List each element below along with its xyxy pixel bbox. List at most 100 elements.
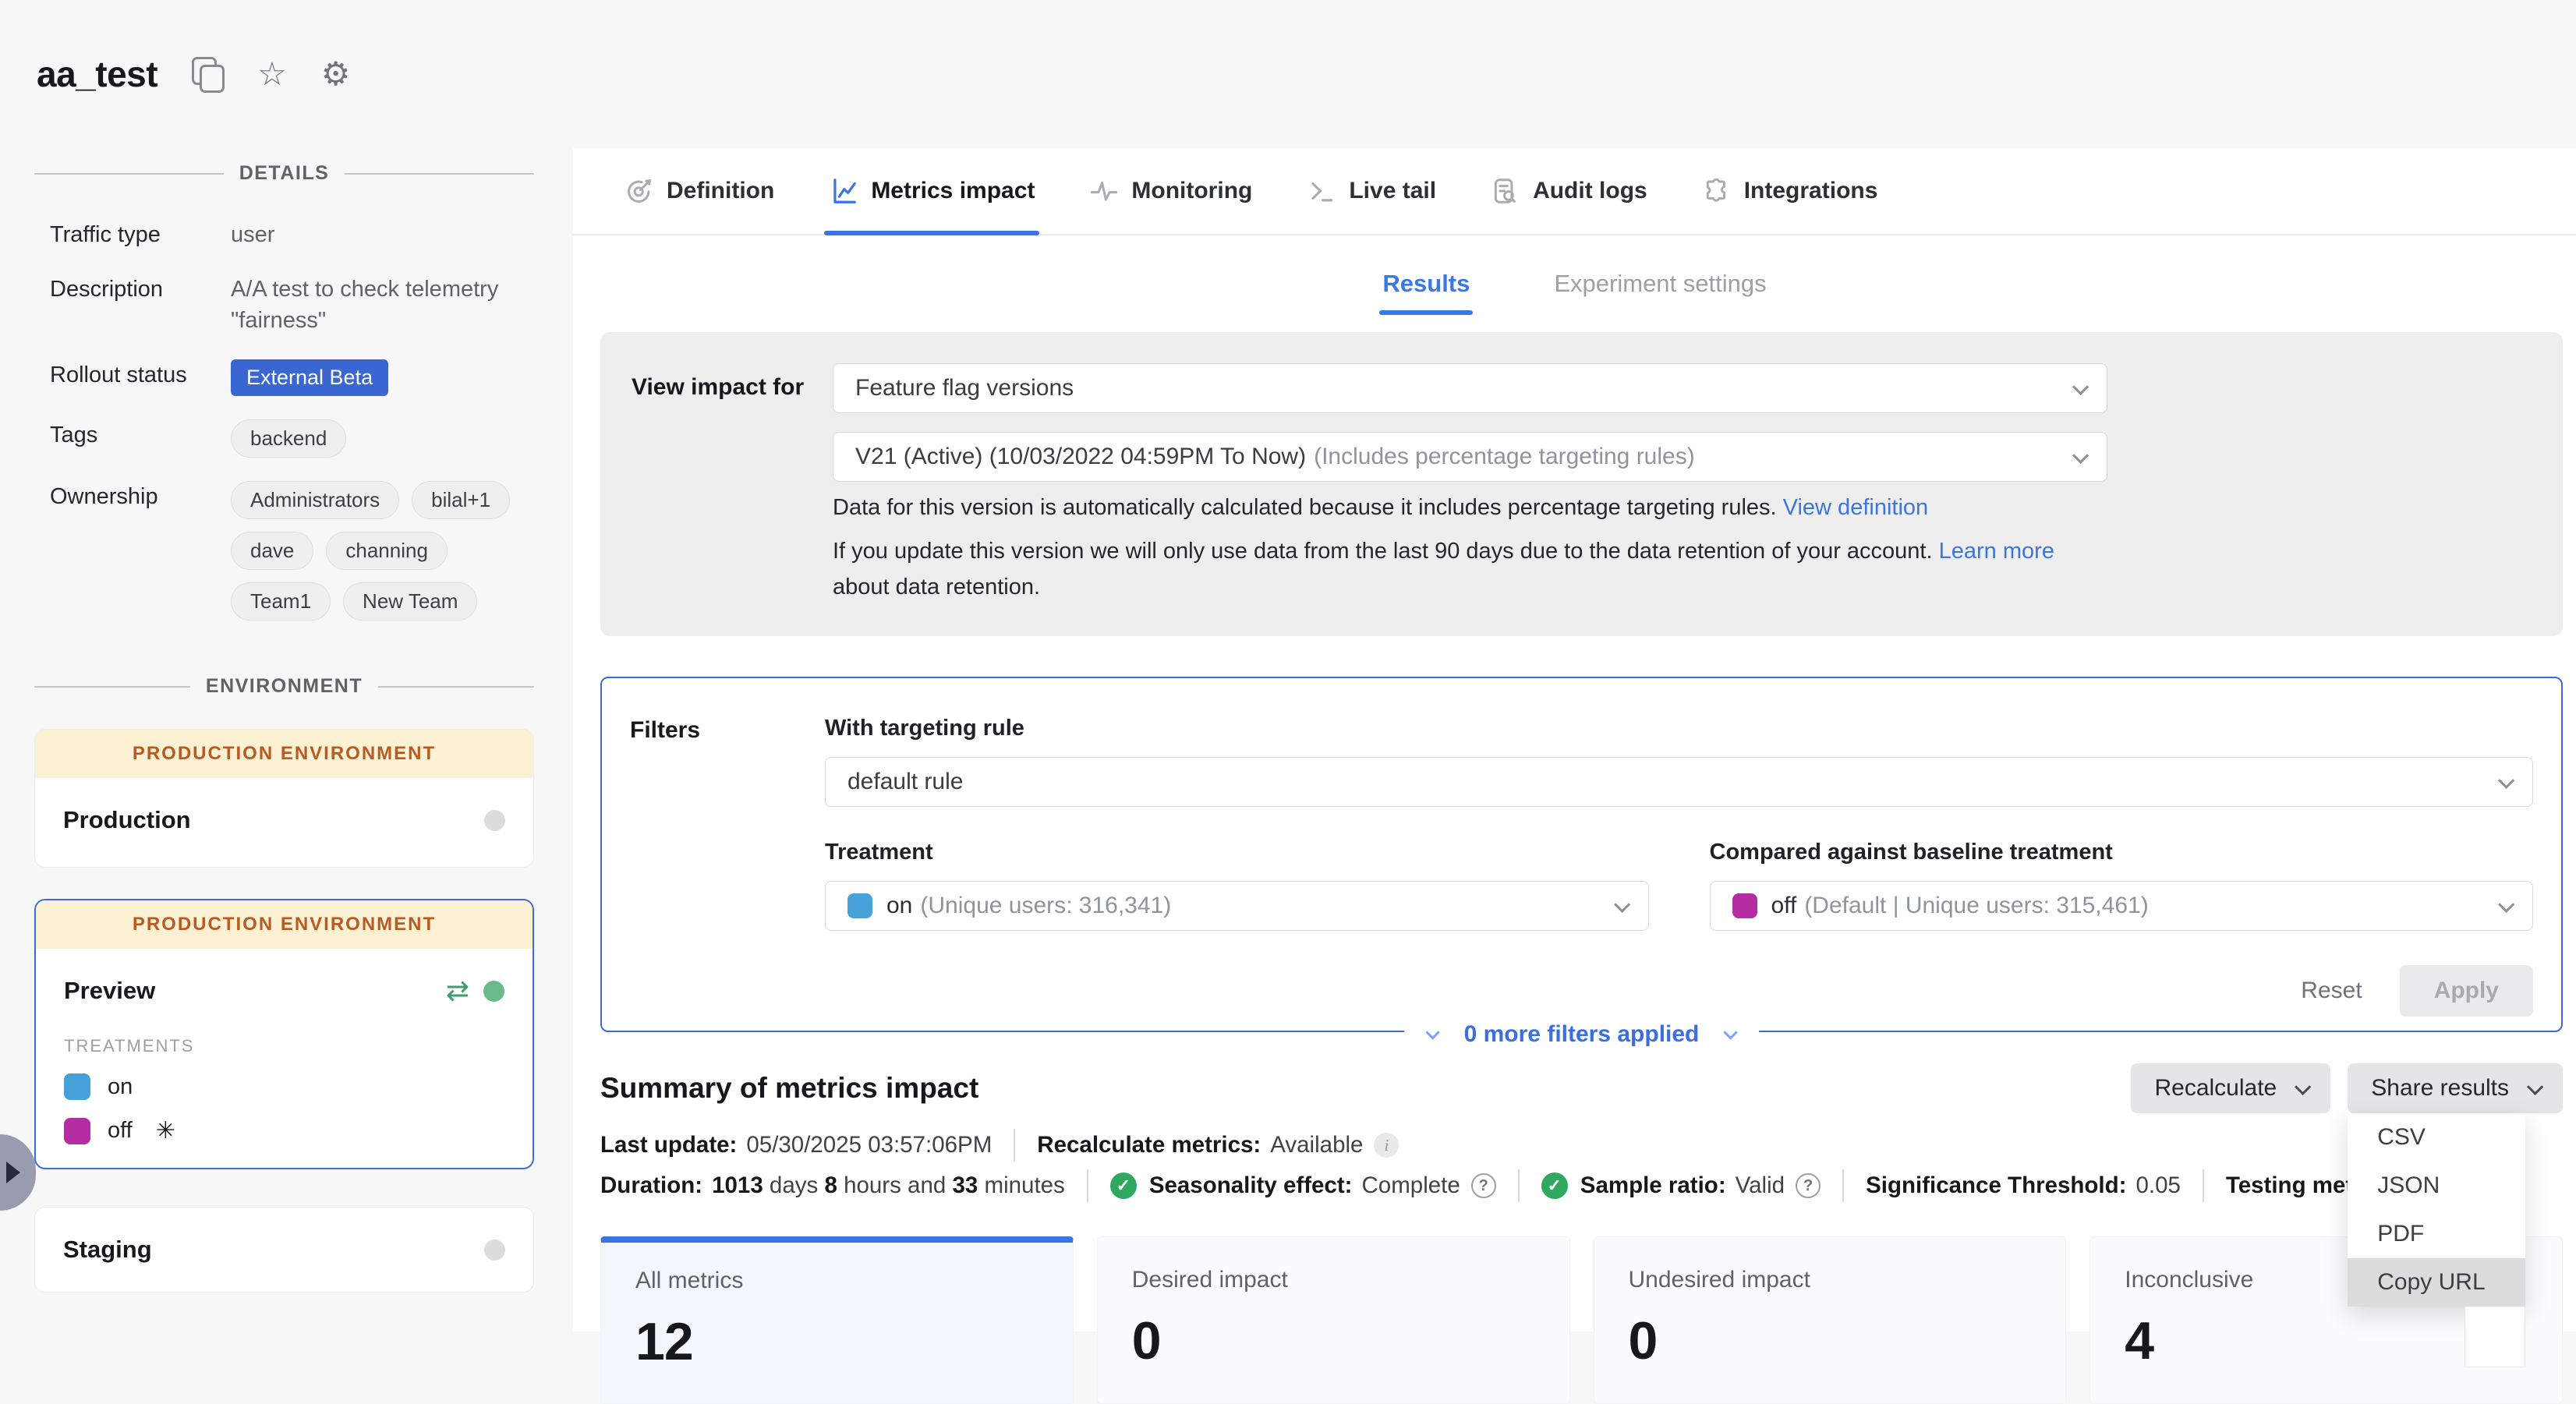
subtab-experiment-settings[interactable]: Experiment settings <box>1554 270 1766 298</box>
tab-definition[interactable]: Definition <box>625 148 774 234</box>
filters-label: Filters <box>630 716 825 1017</box>
targeting-rule-select[interactable]: default rule <box>825 757 2533 807</box>
treatment-off-swatch <box>1732 893 1757 918</box>
view-impact-label: View impact for <box>632 363 833 605</box>
status-dot-gray <box>484 810 505 831</box>
tab-monitoring[interactable]: Monitoring <box>1089 148 1252 234</box>
rollout-status-badge[interactable]: External Beta <box>231 359 388 396</box>
audit-log-icon <box>1491 176 1520 206</box>
view-definition-link[interactable]: View definition <box>1783 495 1928 520</box>
environment-card-staging[interactable]: Staging <box>34 1207 534 1293</box>
apply-button[interactable]: Apply <box>2400 965 2533 1017</box>
chevron-down-icon <box>2072 447 2089 463</box>
info-icon[interactable]: i <box>1374 1133 1399 1158</box>
environment-card-production[interactable]: PRODUCTION ENVIRONMENT Production <box>34 729 534 868</box>
treatment-on-swatch <box>64 1073 90 1100</box>
chevron-down-icon <box>2498 772 2514 788</box>
chevron-down-icon <box>2295 1078 2311 1095</box>
star-icon[interactable]: ☆ <box>257 58 287 90</box>
tab-live-tail[interactable]: Live tail <box>1307 148 1436 234</box>
owner-pill[interactable]: dave <box>231 532 313 570</box>
tab-integrations[interactable]: Integrations <box>1702 148 1878 234</box>
metric-card-all-metrics[interactable]: All metrics 12 <box>600 1236 1074 1404</box>
treatment-row-off: off ✳ <box>64 1117 504 1144</box>
status-dot-gray <box>484 1240 505 1261</box>
production-environment-banner: PRODUCTION ENVIRONMENT <box>36 900 533 949</box>
treatment-row-on: on <box>64 1073 504 1100</box>
treatment-name: off <box>108 1118 133 1144</box>
puzzle-icon <box>1702 176 1732 206</box>
chevron-down-icon <box>1724 1025 1738 1039</box>
duration-label: Duration: <box>600 1172 702 1199</box>
environment-name: Preview <box>64 977 155 1005</box>
page-header: aa_test ☆ ⚙ <box>0 0 2576 148</box>
arrow-right-icon <box>6 1162 20 1183</box>
target-icon <box>625 176 654 206</box>
significance-threshold-value: 0.05 <box>2135 1172 2180 1199</box>
sidebar: DETAILS Traffic type user Description A/… <box>0 148 573 1332</box>
subtab-results[interactable]: Results <box>1382 270 1470 298</box>
environment-section-header: ENVIRONMENT <box>34 675 534 698</box>
learn-more-link[interactable]: Learn more <box>1939 539 2054 564</box>
reset-button[interactable]: Reset <box>2301 978 2362 1004</box>
environment-card-preview[interactable]: PRODUCTION ENVIRONMENT Preview ⇄ TREATME… <box>34 899 534 1169</box>
owner-pill[interactable]: New Team <box>343 582 477 621</box>
sample-ratio-label: Sample ratio: <box>1580 1172 1726 1199</box>
description-label: Description <box>50 274 231 302</box>
environment-name: Production <box>63 806 191 834</box>
baseline-select[interactable]: off (Default | Unique users: 315,461) <box>1710 881 2534 931</box>
treatment-on-swatch <box>847 893 872 918</box>
share-results-menu: CSV JSON PDF Copy URL <box>2348 1113 2525 1307</box>
menu-item-copy-url[interactable]: Copy URL <box>2348 1258 2525 1307</box>
version-select[interactable]: V21 (Active) (10/03/2022 04:59PM To Now)… <box>833 432 2107 482</box>
significance-threshold-label: Significance Threshold: <box>1866 1172 2126 1199</box>
metric-card-undesired-impact[interactable]: Undesired impact 0 <box>1594 1236 2067 1404</box>
more-filters-toggle[interactable]: 0 more filters applied <box>1404 1021 1760 1048</box>
sync-arrows-icon: ⇄ <box>446 977 469 1005</box>
owner-pill[interactable]: Team1 <box>231 582 331 621</box>
menu-stub <box>2465 1307 2525 1367</box>
metric-summary-cards: All metrics 12 Desired impact 0 Undesire… <box>600 1236 2563 1404</box>
chevron-down-icon <box>2072 378 2089 394</box>
seasonality-value: Complete <box>1362 1172 1460 1199</box>
tab-metrics-impact[interactable]: Metrics impact <box>829 148 1035 234</box>
recalculate-button[interactable]: Recalculate <box>2131 1063 2330 1113</box>
question-circle-icon[interactable]: ? <box>1796 1173 1821 1198</box>
summary-heading: Summary of metrics impact <box>600 1072 978 1105</box>
chevron-down-icon <box>1614 896 1630 912</box>
question-circle-icon[interactable]: ? <box>1471 1173 1496 1198</box>
owner-pill[interactable]: channing <box>326 532 448 570</box>
main-panel: Definition Metrics impact Monitoring <box>573 148 2576 1332</box>
share-results-button[interactable]: Share results <box>2348 1063 2563 1113</box>
gear-icon[interactable]: ⚙ <box>321 58 351 90</box>
last-update-label: Last update: <box>600 1132 737 1158</box>
sample-ratio-value: Valid <box>1736 1172 1785 1199</box>
production-environment-banner: PRODUCTION ENVIRONMENT <box>35 730 533 778</box>
owner-pill[interactable]: bilal+1 <box>412 481 510 519</box>
page-title: aa_test <box>37 53 157 95</box>
view-impact-panel: View impact for Feature flag versions V2… <box>600 332 2563 636</box>
baseline-label: Compared against baseline treatment <box>1710 840 2534 865</box>
treatment-select[interactable]: on (Unique users: 316,341) <box>825 881 1649 931</box>
version-note-2: If you update this version we will only … <box>833 533 2107 605</box>
check-circle-icon: ✓ <box>1110 1172 1137 1199</box>
summary-stats: Last update: 05/30/2025 03:57:06PM Recal… <box>600 1127 2563 1204</box>
owner-pill[interactable]: Administrators <box>231 481 399 519</box>
tab-audit-logs[interactable]: Audit logs <box>1491 148 1647 234</box>
filters-card: Filters With targeting rule default rule… <box>600 677 2563 1032</box>
menu-item-json[interactable]: JSON <box>2348 1162 2525 1210</box>
check-circle-icon: ✓ <box>1541 1172 1568 1199</box>
chevron-down-icon <box>2527 1078 2543 1095</box>
metric-card-desired-impact[interactable]: Desired impact 0 <box>1097 1236 1570 1404</box>
version-type-select[interactable]: Feature flag versions <box>833 363 2107 413</box>
menu-item-pdf[interactable]: PDF <box>2348 1210 2525 1258</box>
treatment-off-swatch <box>64 1118 90 1144</box>
results-subtabs: Results Experiment settings <box>573 235 2576 332</box>
chevron-down-icon <box>1425 1025 1439 1039</box>
copy-icon[interactable] <box>192 57 223 91</box>
menu-item-csv[interactable]: CSV <box>2348 1113 2525 1162</box>
description-value: A/A test to check telemetry "fairness" <box>231 274 534 336</box>
tag-pill[interactable]: backend <box>231 419 346 458</box>
tab-bar: Definition Metrics impact Monitoring <box>573 148 2576 235</box>
treatment-name: on <box>108 1074 133 1100</box>
